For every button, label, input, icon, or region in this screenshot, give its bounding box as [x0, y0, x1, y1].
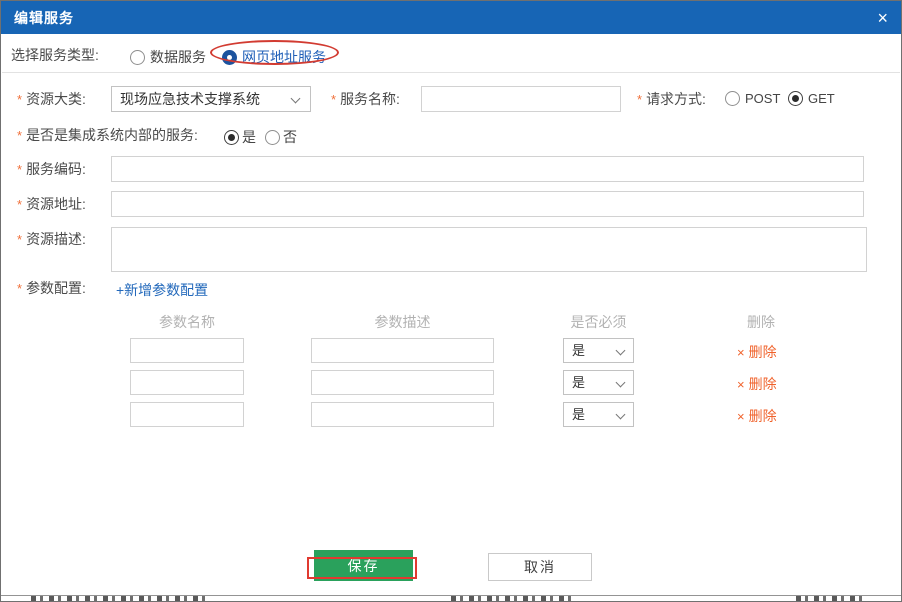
delete-x-icon: ×: [737, 409, 745, 424]
radio-web-address-service[interactable]: 网页地址服务: [222, 47, 326, 67]
resource-category-select[interactable]: 现场应急技术支撑系统: [111, 86, 311, 112]
delete-param-link[interactable]: ×删除: [737, 374, 777, 394]
radio-selected-icon[interactable]: [224, 130, 239, 145]
param-name-input[interactable]: [130, 402, 244, 427]
dialog-title: 编辑服务: [14, 8, 74, 28]
radio-post-label[interactable]: POST: [745, 91, 780, 106]
resource-category-value: 现场应急技术支撑系统: [112, 87, 310, 111]
delete-x-icon: ×: [737, 377, 745, 392]
service-name-input[interactable]: [421, 86, 621, 112]
background-text-artifact: [451, 596, 576, 601]
param-name-input[interactable]: [130, 370, 244, 395]
internal-service-label: *是否是集成系统内部的服务:: [17, 122, 198, 149]
resource-description-textarea[interactable]: [111, 227, 867, 272]
radio-web-address-service-label[interactable]: 网页地址服务: [242, 47, 326, 67]
resource-address-input[interactable]: [111, 191, 864, 217]
param-required-select[interactable]: 是: [563, 338, 634, 363]
param-required-select[interactable]: 是: [563, 402, 634, 427]
resource-description-label: *资源描述:: [17, 226, 86, 253]
param-table-header-name: 参数名称: [130, 312, 244, 332]
radio-get-label[interactable]: GET: [808, 91, 835, 106]
param-desc-input[interactable]: [311, 370, 494, 395]
service-name-label: *服务名称:: [331, 86, 400, 113]
radio-unselected-icon[interactable]: [130, 50, 145, 65]
close-icon[interactable]: ×: [877, 9, 888, 27]
delete-param-link[interactable]: ×删除: [737, 406, 777, 426]
radio-unselected-icon[interactable]: [725, 91, 740, 106]
radio-data-service[interactable]: 数据服务: [130, 47, 206, 67]
resource-category-label: *资源大类:: [17, 86, 86, 113]
delete-x-icon: ×: [737, 345, 745, 360]
add-param-config-link[interactable]: +新增参数配置: [116, 280, 208, 300]
background-text-artifact: [31, 596, 206, 601]
separator-line: [2, 72, 900, 73]
delete-param-link[interactable]: ×删除: [737, 342, 777, 362]
param-desc-input[interactable]: [311, 338, 494, 363]
service-code-label: *服务编码:: [17, 156, 86, 183]
radio-selected-icon[interactable]: [222, 50, 237, 65]
param-table-header-required: 是否必须: [563, 312, 634, 332]
radio-internal-yes[interactable]: 是: [224, 127, 256, 147]
edit-service-dialog: 编辑服务 × 选择服务类型: 数据服务 网页地址服务 *资源大类: 现场应急技术…: [0, 0, 902, 602]
radio-unselected-icon[interactable]: [265, 130, 280, 145]
param-config-label: *参数配置:: [17, 277, 86, 300]
radio-selected-icon[interactable]: [788, 91, 803, 106]
param-table-header-desc: 参数描述: [311, 312, 494, 332]
service-code-input[interactable]: [111, 156, 864, 182]
radio-internal-yes-label[interactable]: 是: [242, 127, 256, 147]
radio-get[interactable]: GET: [788, 91, 835, 106]
resource-address-label: *资源地址:: [17, 191, 86, 218]
save-button[interactable]: 保存: [314, 550, 413, 581]
param-table-header-delete: 删除: [726, 312, 796, 332]
service-type-label: 选择服务类型:: [11, 42, 99, 68]
radio-data-service-label[interactable]: 数据服务: [150, 47, 206, 67]
dialog-titlebar: 编辑服务 ×: [1, 1, 901, 34]
param-name-input[interactable]: [130, 338, 244, 363]
request-method-label: *请求方式:: [637, 86, 706, 113]
radio-internal-no-label[interactable]: 否: [283, 127, 297, 147]
cancel-button[interactable]: 取消: [488, 553, 592, 581]
background-text-artifact: [796, 596, 866, 601]
param-required-select[interactable]: 是: [563, 370, 634, 395]
param-desc-input[interactable]: [311, 402, 494, 427]
radio-internal-no[interactable]: 否: [265, 127, 297, 147]
radio-post[interactable]: POST: [725, 91, 780, 106]
